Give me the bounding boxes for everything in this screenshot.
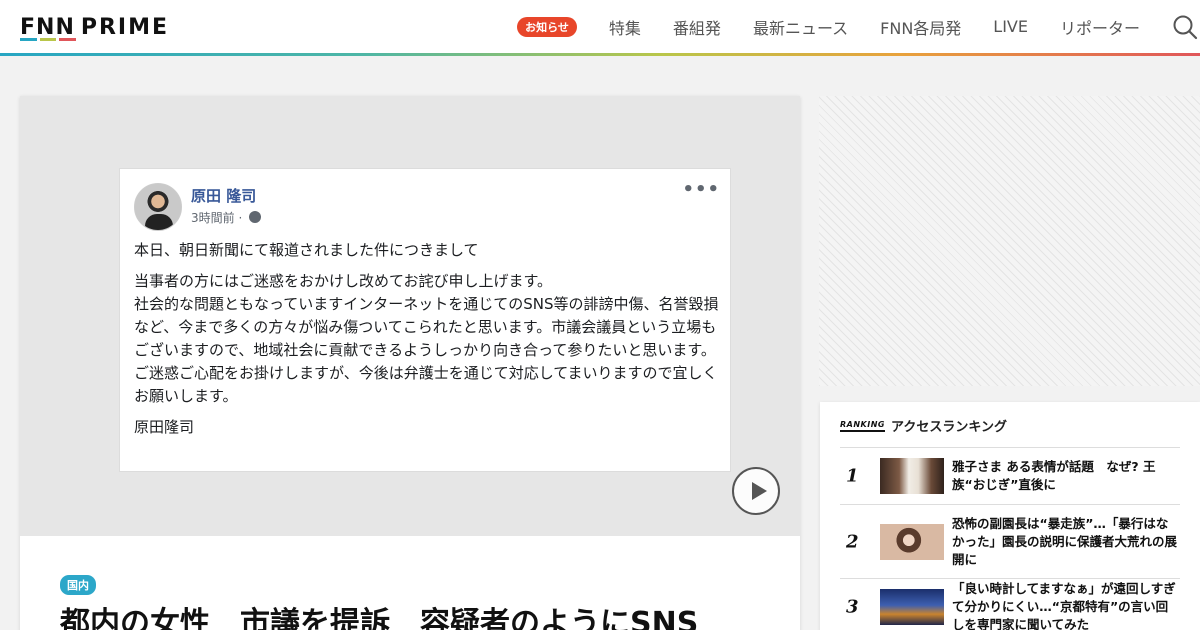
main-nav: お知らせ 特集 番組発 最新ニュース FNN各局発 LIVE リポーター xyxy=(517,0,1200,53)
nav-item-feature[interactable]: 特集 xyxy=(609,15,641,39)
post-body: 本日、朝日新聞にて報道されました件につきまして 当事者の方にはご迷惑をおかけし改… xyxy=(134,239,724,447)
header-gradient-line xyxy=(0,53,1200,56)
ranking-thumbnail[interactable] xyxy=(880,589,944,625)
ranking-headline[interactable]: 「良い時計してますなぁ」が遠回しすぎて分かりにくい…“京都特有”の言い回しを専門… xyxy=(952,580,1178,630)
post-paragraph: 当事者の方にはご迷惑をおかけし改めてお詫び申し上げます。 社会的な問題ともなって… xyxy=(134,272,719,405)
rank-number: 3 xyxy=(846,596,859,618)
globe-icon xyxy=(249,211,262,223)
avatar xyxy=(134,183,182,231)
category-badge[interactable]: 国内 xyxy=(60,575,96,595)
ranking-header: RANKING アクセスランキング xyxy=(840,416,1007,435)
post-signature: 原田隆司 xyxy=(134,418,195,436)
ranking-tag: RANKING xyxy=(840,420,885,432)
nav-news-badge[interactable]: お知らせ xyxy=(517,16,577,37)
fnn-prime-logo[interactable]: FNN PRIME xyxy=(20,14,170,41)
post-time-text: 3時間前 xyxy=(191,211,235,225)
nav-item-stations[interactable]: FNN各局発 xyxy=(880,15,961,39)
ranking-title: アクセスランキング xyxy=(890,420,1007,435)
ranking-item-2[interactable]: 2 恐怖の副園長は“暴走族”…「暴行はなかった」園長の説明に保護者大荒れの展開に xyxy=(840,504,1180,578)
site-header: FNN PRIME お知らせ 特集 番組発 最新ニュース FNN各局発 LIVE… xyxy=(0,0,1200,53)
logo-bar xyxy=(20,38,37,41)
rank-number: 2 xyxy=(846,531,859,552)
nav-item-reporter[interactable]: リポーター xyxy=(1060,15,1140,39)
ad-placeholder xyxy=(819,96,1200,386)
ranking-headline[interactable]: 恐怖の副園長は“暴走族”…「暴行はなかった」園長の説明に保護者大荒れの展開に xyxy=(952,515,1178,569)
logo-color-bars xyxy=(20,38,77,41)
ranking-item-1[interactable]: 1 雅子さま ある表情が話題 なぜ? 王族“おじぎ”直後に xyxy=(840,447,1180,504)
nav-item-live[interactable]: LIVE xyxy=(993,17,1028,36)
ranking-headline[interactable]: 雅子さま ある表情が話題 なぜ? 王族“おじぎ”直後に xyxy=(952,458,1178,494)
nav-item-latest-news[interactable]: 最新ニュース xyxy=(753,15,848,39)
rank-number: 1 xyxy=(846,465,859,487)
nav-item-programs[interactable]: 番組発 xyxy=(673,15,721,39)
logo-prime: PRIME xyxy=(80,14,170,40)
post-time: 3時間前 · xyxy=(191,209,262,226)
more-dots-icon: ••• xyxy=(682,179,720,200)
play-icon[interactable] xyxy=(732,467,780,515)
video-hero[interactable]: 原田 隆司 3時間前 · ••• 本日、朝日新聞にて報道されました件につきまして… xyxy=(20,96,800,536)
logo-bar xyxy=(39,38,57,41)
ranking-thumbnail[interactable] xyxy=(880,523,944,560)
ranking-list: 1 雅子さま ある表情が話題 なぜ? 王族“おじぎ”直後に 2 恐怖の副園長は“… xyxy=(840,447,1180,630)
facebook-post-screenshot: 原田 隆司 3時間前 · ••• 本日、朝日新聞にて報道されました件につきまして… xyxy=(119,168,731,472)
search-icon[interactable] xyxy=(1172,14,1198,40)
post-author: 原田 隆司 xyxy=(191,187,257,205)
article-title: 都内の女性 市議を提訴 容疑者のようにSNS xyxy=(60,606,699,630)
logo-bar xyxy=(59,38,77,41)
article-card: 原田 隆司 3時間前 · ••• 本日、朝日新聞にて報道されました件につきまして… xyxy=(20,96,800,630)
ranking-thumbnail[interactable] xyxy=(880,458,944,494)
post-paragraph: 本日、朝日新聞にて報道されました件につきまして xyxy=(134,241,479,259)
ranking-item-3[interactable]: 3 「良い時計してますなぁ」が遠回しすぎて分かりにくい…“京都特有”の言い回しを… xyxy=(840,578,1180,630)
logo-fnn: FNN xyxy=(20,14,75,40)
ranking-panel: RANKING アクセスランキング 1 雅子さま ある表情が話題 なぜ? 王族“… xyxy=(820,402,1200,630)
